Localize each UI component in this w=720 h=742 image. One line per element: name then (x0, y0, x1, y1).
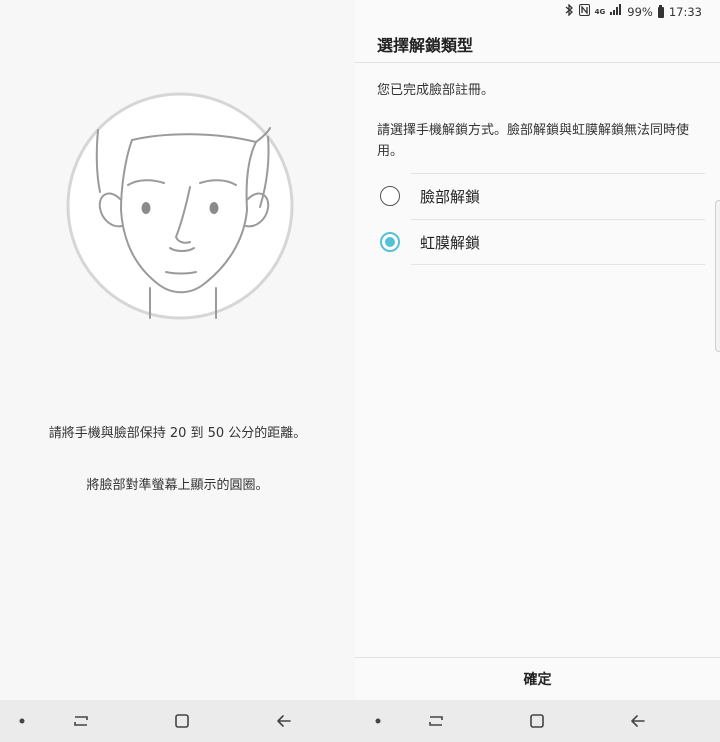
unlock-type-panel: 4G 99% 17:33 選擇解鎖類型 您已完成臉部註冊。 請選擇手機解鎖方式。… (355, 0, 720, 700)
option-divider (411, 173, 705, 174)
bluetooth-icon (565, 2, 574, 21)
unlock-method-description: 請選擇手機解鎖方式。臉部解鎖與虹膜解鎖無法同時使用。 (377, 123, 690, 159)
network-type-label: 4G (594, 8, 606, 16)
iris-unlock-radio[interactable] (380, 232, 400, 252)
clock: 17:33 (668, 5, 702, 19)
nfc-icon (578, 3, 590, 21)
face-unlock-radio[interactable] (380, 186, 400, 206)
title-divider (355, 62, 720, 63)
dot-icon[interactable] (366, 709, 390, 733)
status-bar: 4G 99% 17:33 (565, 2, 702, 21)
edge-panel-handle[interactable] (715, 200, 720, 352)
back-icon[interactable] (272, 709, 296, 733)
back-icon[interactable] (626, 709, 650, 733)
distance-instruction: 請將手機與臉部保持 20 到 50 公分的距離。 (48, 426, 307, 441)
face-illustration (66, 92, 294, 320)
navigation-bar (0, 700, 720, 742)
alignment-instruction: 將臉部對準螢幕上顯示的圓圈。 (86, 478, 269, 493)
option-divider (411, 219, 705, 220)
dot-icon[interactable] (10, 709, 34, 733)
home-icon[interactable] (170, 709, 194, 733)
battery-percent: 99% (627, 5, 653, 19)
recent-apps-icon[interactable] (69, 709, 93, 733)
home-icon[interactable] (525, 709, 549, 733)
signal-icon (610, 4, 622, 20)
battery-icon (657, 4, 664, 18)
iris-unlock-label: 虹膜解鎖 (420, 234, 481, 252)
option-iris-unlock[interactable]: 虹膜解鎖 (355, 219, 720, 265)
registration-complete-text: 您已完成臉部註冊。 (377, 83, 495, 98)
option-face-unlock[interactable]: 臉部解鎖 (355, 173, 720, 219)
confirm-button[interactable]: 確定 (355, 658, 720, 700)
recent-apps-icon[interactable] (424, 709, 448, 733)
face-unlock-label: 臉部解鎖 (420, 188, 481, 206)
page-title: 選擇解鎖類型 (377, 36, 474, 55)
options-bottom-divider (411, 264, 705, 265)
face-registration-panel: 請將手機與臉部保持 20 到 50 公分的距離。 將臉部對準螢幕上顯示的圓圈。 (0, 0, 355, 700)
